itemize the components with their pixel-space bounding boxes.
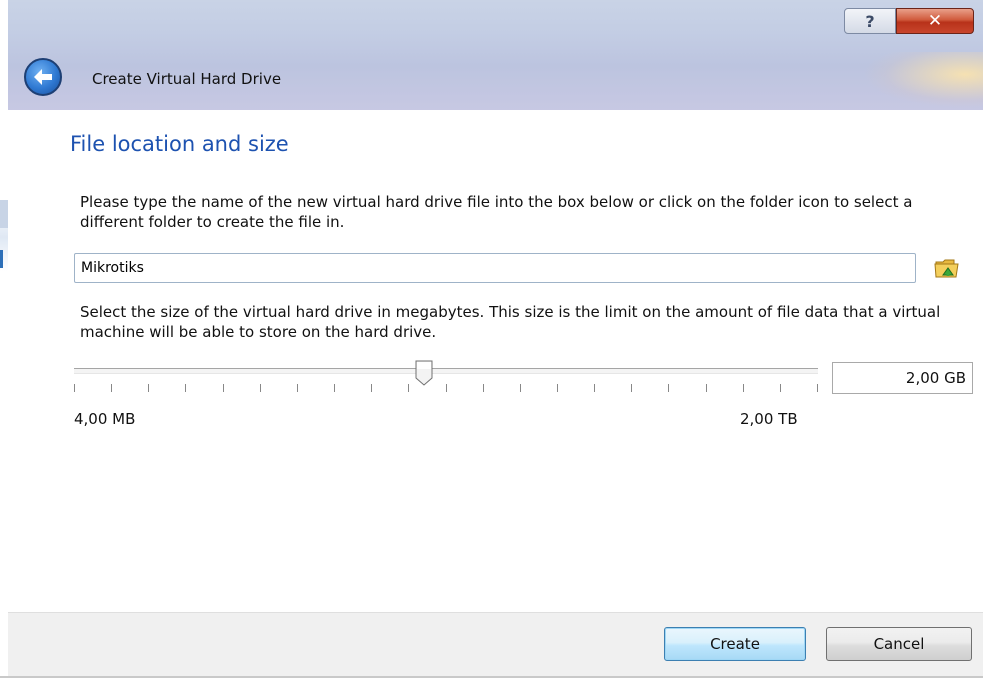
title-bar [8,0,983,110]
edge-accent [0,250,3,268]
help-icon: ? [865,11,875,31]
slider-tick [743,384,744,392]
edge-highlight [0,200,8,228]
window-title: Create Virtual Hard Drive [92,70,282,88]
slider-tick [706,384,707,392]
slider-tick [408,384,409,392]
slider-tick [780,384,781,392]
slider-tick [594,384,595,392]
choose-folder-button[interactable] [930,253,964,283]
slider-tick [817,384,818,392]
page-heading: File location and size [70,132,289,156]
location-description: Please type the name of the new virtual … [80,193,913,231]
slider-tick [185,384,186,392]
slider-tick [223,384,224,392]
size-input[interactable] [832,362,973,394]
back-arrow-icon [34,69,52,85]
back-button[interactable] [24,58,62,96]
close-icon: ✕ [927,11,943,31]
slider-tick [74,384,75,392]
slider-tick [446,384,447,392]
slider-tick [483,384,484,392]
slider-tick [334,384,335,392]
slider-tick [371,384,372,392]
size-slider-track[interactable] [74,368,818,374]
file-location-input[interactable] [74,253,916,283]
slider-tick [557,384,558,392]
cancel-button[interactable]: Cancel [826,627,972,661]
size-slider-ticks [74,384,818,394]
window-left-edge [0,0,8,678]
folder-icon [934,259,959,278]
slider-tick [631,384,632,392]
size-min-label: 4,00 MB [74,410,136,428]
size-slider-thumb[interactable] [415,360,433,386]
slider-handle-icon [415,360,433,386]
slider-tick [668,384,669,392]
slider-tick [148,384,149,392]
slider-tick [111,384,112,392]
slider-tick [520,384,521,392]
help-button[interactable]: ? [844,8,896,34]
size-description: Select the size of the virtual hard driv… [80,303,941,341]
create-button[interactable]: Create [664,627,806,661]
slider-tick [297,384,298,392]
size-max-label: 2,00 TB [740,410,798,428]
wizard-page [8,110,983,612]
slider-tick [260,384,261,392]
close-button[interactable]: ✕ [896,8,974,34]
